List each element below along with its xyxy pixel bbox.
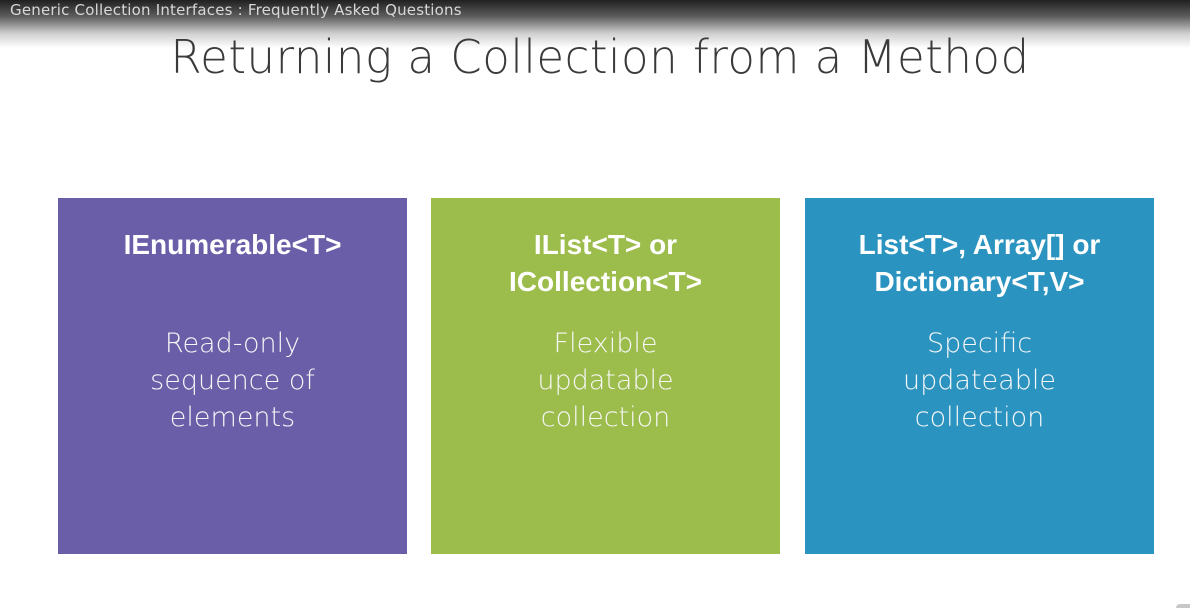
card-description: Flexible updatable collection: [537, 328, 674, 433]
card-ilist-icollection: IList<T> or ICollection<T> Flexible upda…: [431, 198, 780, 554]
card-ienumerable: IEnumerable<T> Read-only sequence of ele…: [58, 198, 407, 554]
card-description: Specific updateable collection: [903, 328, 1056, 433]
card-heading: List<T>, Array[] or Dictionary<T,V>: [858, 229, 1101, 297]
card-heading: IEnumerable<T>: [123, 229, 342, 260]
card-description: Read-only sequence of elements: [150, 328, 315, 433]
course-title: Generic Collection Interfaces : Frequent…: [10, 1, 462, 19]
card-heading: IList<T> or ICollection<T>: [509, 229, 702, 297]
corner-handle-icon: [1176, 604, 1190, 608]
slide-title: Returning a Collection from a Method: [170, 30, 1030, 84]
slide-stage: Generic Collection Interfaces : Frequent…: [0, 0, 1190, 608]
card-list-array-dictionary: List<T>, Array[] or Dictionary<T,V> Spec…: [805, 198, 1154, 554]
